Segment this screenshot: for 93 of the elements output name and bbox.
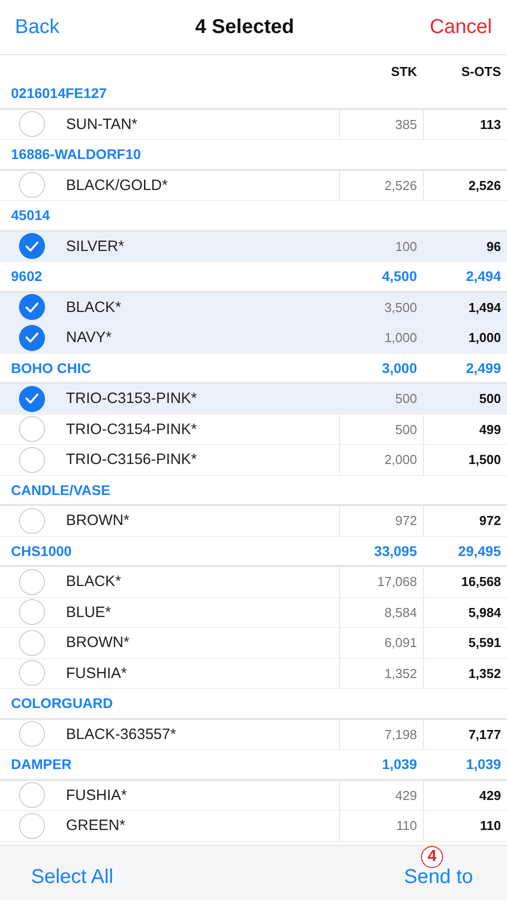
- stk-value: 7,198: [384, 726, 417, 742]
- select-checkbox[interactable]: [19, 111, 45, 138]
- sots-value: 5,591: [468, 635, 501, 650]
- select-checkbox[interactable]: [19, 233, 45, 260]
- checkmark-icon: [25, 393, 39, 404]
- stk-value: 500: [395, 391, 417, 406]
- group-label: DAMPER: [11, 756, 73, 772]
- group-sots-total: 29,495: [458, 542, 501, 559]
- group-stk-total: 4,500: [382, 268, 417, 284]
- checkmark-icon: [25, 302, 39, 313]
- select-checkbox[interactable]: [19, 782, 45, 808]
- select-all-button[interactable]: Select All: [31, 866, 114, 888]
- select-checkbox[interactable]: [19, 386, 45, 412]
- select-checkbox[interactable]: [19, 660, 45, 686]
- stk-value: 500: [395, 422, 417, 437]
- select-checkbox[interactable]: [19, 446, 45, 473]
- stk-value: 110: [396, 818, 417, 834]
- select-checkbox[interactable]: [19, 294, 45, 320]
- item-name: NAVY*: [66, 329, 112, 346]
- sots-value: 500: [479, 391, 501, 406]
- group-stk-total: 1,039: [382, 756, 417, 772]
- group-label: 9602: [11, 268, 44, 284]
- sots-value: 7,177: [468, 726, 501, 742]
- sots-value: 1,352: [468, 666, 501, 681]
- select-checkbox[interactable]: [19, 568, 45, 595]
- stk-value: 1,000: [384, 330, 417, 346]
- column-header: S-OTS: [460, 64, 501, 79]
- select-checkbox[interactable]: [19, 599, 45, 626]
- sots-value: 16,568: [461, 574, 501, 590]
- select-checkbox[interactable]: [19, 721, 45, 748]
- stk-value: 6,091: [384, 635, 417, 650]
- stk-value: 429: [395, 788, 417, 803]
- sots-value: 972: [479, 513, 501, 528]
- sots-value: 1,000: [468, 330, 501, 346]
- stk-value: 385: [395, 116, 417, 132]
- group-sots-total: 1,039: [466, 756, 501, 772]
- select-checkbox[interactable]: [19, 416, 45, 442]
- nav-title: 4 Selected: [195, 16, 294, 38]
- stk-value: 2,526: [384, 178, 417, 193]
- checkmark-icon: [25, 240, 39, 252]
- item-name: BROWN*: [66, 634, 130, 652]
- select-checkbox[interactable]: [19, 630, 45, 656]
- group-stk-total: 33,095: [374, 542, 417, 559]
- sots-value: 2,526: [468, 178, 501, 193]
- item-name: FUSHIA*: [66, 786, 127, 804]
- item-name: SILVER*: [66, 238, 124, 255]
- select-checkbox[interactable]: [19, 508, 45, 534]
- sots-value: 1,500: [468, 452, 501, 468]
- back-button[interactable]: Back: [15, 16, 60, 38]
- group-label: CHS1000: [11, 542, 73, 559]
- group-label: CANDLE/VASE: [11, 482, 112, 498]
- sots-value: 110: [480, 818, 501, 834]
- item-name: FUSHIA*: [66, 664, 127, 682]
- column-header: STK: [390, 64, 417, 79]
- sots-value: 429: [479, 788, 501, 803]
- sots-value: 1,494: [468, 300, 501, 315]
- item-name: GREEN*: [66, 817, 126, 834]
- stk-value: 17,068: [377, 574, 417, 590]
- stk-value: 8,584: [384, 604, 417, 620]
- stk-value: 3,500: [384, 300, 417, 315]
- item-name: BLACK*: [66, 573, 122, 590]
- item-name: TRIO-C3156-PINK*: [66, 451, 197, 468]
- stk-value: 100: [395, 238, 417, 254]
- item-name: SUN-TAN*: [66, 116, 138, 133]
- sots-value: 5,984: [468, 604, 501, 620]
- stk-value: 2,000: [384, 452, 417, 468]
- group-stk-total: 3,000: [382, 360, 417, 376]
- group-label: BOHO CHIC: [11, 360, 92, 376]
- select-checkbox[interactable]: [19, 172, 45, 198]
- send-to-button[interactable]: Send to: [404, 866, 473, 888]
- checkmark-icon: [25, 332, 39, 344]
- group-label: COLORGUARD: [11, 695, 114, 712]
- stk-value: 972: [395, 513, 417, 528]
- item-name: BLACK*: [66, 298, 122, 316]
- item-name: TRIO-C3153-PINK*: [66, 390, 197, 408]
- item-name: BROWN*: [66, 512, 130, 530]
- group-label: 16886-WALDORF10: [11, 146, 142, 162]
- item-name: BLACK/GOLD*: [66, 176, 168, 194]
- group-label: 0216014FE127: [11, 85, 108, 102]
- select-checkbox[interactable]: [19, 812, 45, 839]
- stk-value: 1,352: [384, 666, 417, 681]
- item-name: BLACK-363557*: [66, 726, 176, 743]
- sots-value: 113: [480, 116, 501, 132]
- group-sots-total: 2,499: [466, 360, 501, 376]
- sots-value: 499: [479, 422, 501, 437]
- item-name: BLUE*: [66, 604, 112, 621]
- group-label: 45014: [11, 207, 51, 224]
- count-badge: 4: [421, 846, 444, 868]
- group-sots-total: 2,494: [466, 268, 501, 284]
- sots-value: 96: [486, 238, 501, 254]
- cancel-button[interactable]: Cancel: [430, 16, 492, 38]
- select-checkbox[interactable]: [19, 324, 45, 351]
- item-name: TRIO-C3154-PINK*: [66, 420, 197, 438]
